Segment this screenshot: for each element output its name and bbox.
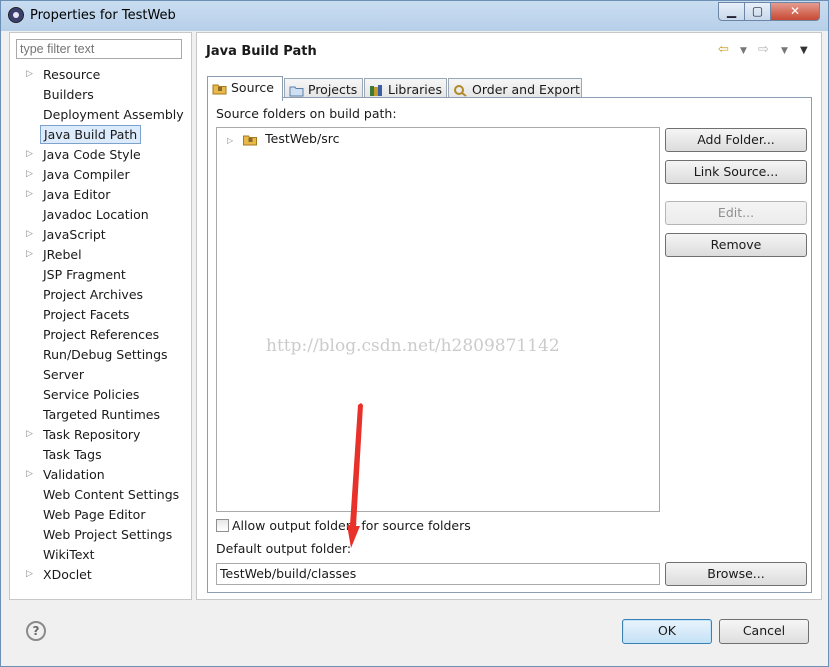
filter-input[interactable]	[16, 39, 182, 59]
sidebar-item-label: Service Policies	[43, 387, 140, 402]
dialog-footer: ? OK Cancel	[1, 601, 828, 666]
watermark-text: http://blog.csdn.net/h2809871142	[266, 336, 560, 356]
browse-button[interactable]: Browse...	[665, 562, 807, 586]
expand-arrow-icon[interactable]: ▷	[26, 185, 33, 204]
default-output-field[interactable]: TestWeb/build/classes	[216, 563, 660, 585]
sidebar-item-label: JRebel	[43, 247, 82, 262]
view-menu-icon[interactable]: ▼	[800, 45, 808, 56]
sidebar-item-label: Web Content Settings	[43, 487, 180, 502]
sidebar-item-label: JavaScript	[43, 227, 106, 242]
edit-button[interactable]: Edit...	[665, 201, 807, 225]
sidebar-item-label: Java Editor	[43, 187, 111, 202]
sidebar-item-label: Task Repository	[43, 427, 141, 442]
property-page: Java Build Path ⇦ ▼ ⇨ ▼ ▼ Source Project…	[196, 32, 822, 600]
property-nav-pane: ▷ Resource Builders Deployment Assembly Java…	[9, 32, 192, 600]
expand-arrow-icon[interactable]: ▷	[26, 225, 33, 244]
title-bar[interactable]: Properties for TestWeb ▁ ▢ ✕	[1, 1, 828, 31]
allow-output-checkbox[interactable]	[216, 519, 229, 532]
order-export-icon	[454, 85, 467, 97]
close-button[interactable]: ✕	[770, 2, 820, 21]
maximize-button[interactable]: ▢	[744, 2, 771, 21]
list-item[interactable]: ▷ TestWeb/src	[227, 131, 339, 146]
sidebar-item-label: Run/Debug Settings	[43, 347, 168, 362]
default-output-label: Default output folder:	[216, 541, 352, 556]
sidebar-item-label: Builders	[43, 87, 94, 102]
tab-libraries-label: Libraries	[388, 82, 442, 97]
tab-projects-label: Projects	[308, 82, 358, 97]
projects-icon	[289, 86, 304, 97]
forward-arrow-icon[interactable]: ⇨	[758, 42, 769, 57]
back-menu-chevron-icon[interactable]: ▼	[740, 46, 747, 56]
sidebar-item-label: Java Compiler	[43, 167, 130, 182]
tab-projects[interactable]: Projects	[284, 78, 363, 99]
minimize-button[interactable]: ▁	[718, 2, 745, 21]
forward-menu-chevron-icon[interactable]: ▼	[781, 46, 788, 56]
expand-arrow-icon[interactable]: ▷	[227, 136, 233, 145]
ok-button[interactable]: OK	[622, 619, 712, 644]
tab-source-label: Source	[231, 80, 274, 95]
sidebar-item-label: Task Tags	[43, 447, 102, 462]
link-source-button[interactable]: Link Source...	[665, 160, 807, 184]
expand-arrow-icon[interactable]: ▷	[26, 565, 33, 584]
sidebar-item-label: XDoclet	[43, 567, 92, 582]
expand-arrow-icon[interactable]: ▷	[26, 425, 33, 444]
source-folder-icon	[212, 84, 227, 95]
sidebar-item-label: JSP Fragment	[43, 267, 126, 282]
sidebar-item-label: Targeted Runtimes	[43, 407, 160, 422]
tab-order-export-label: Order and Export	[472, 82, 580, 97]
properties-dialog: Properties for TestWeb ▁ ▢ ✕ ▷ Resource Bu…	[0, 0, 829, 667]
sidebar-item-label: Validation	[43, 467, 105, 482]
page-title: Java Build Path	[206, 44, 317, 59]
tab-source[interactable]: Source	[207, 76, 283, 101]
remove-button[interactable]: Remove	[665, 233, 807, 257]
source-folder-name: TestWeb/src	[265, 131, 340, 146]
add-folder-button[interactable]: Add Folder...	[665, 128, 807, 152]
sidebar-item-label: Web Page Editor	[43, 507, 146, 522]
tab-libraries[interactable]: Libraries	[364, 78, 447, 99]
libraries-icon	[370, 85, 382, 96]
sidebar-item-label: Project Facets	[43, 307, 130, 322]
sidebar-item-label: Java Code Style	[43, 147, 141, 162]
help-icon[interactable]: ?	[26, 621, 46, 641]
back-arrow-icon[interactable]: ⇦	[718, 42, 729, 57]
sidebar-item-label: Server	[43, 367, 84, 382]
source-folder-icon	[243, 135, 258, 146]
sidebar-item-label: WikiText	[43, 547, 95, 562]
sidebar-item-label: Java Build Path	[40, 125, 142, 144]
expand-arrow-icon[interactable]: ▷	[26, 165, 33, 184]
cancel-button[interactable]: Cancel	[719, 619, 809, 644]
window-title: Properties for TestWeb	[30, 8, 176, 23]
expand-arrow-icon[interactable]: ▷	[26, 65, 33, 84]
eclipse-icon	[8, 7, 24, 23]
source-folders-label: Source folders on build path:	[216, 106, 397, 121]
source-folder-list[interactable]: ▷ TestWeb/src	[216, 127, 660, 512]
annotation-arrow-icon	[347, 403, 363, 548]
expand-arrow-icon[interactable]: ▷	[26, 145, 33, 164]
sidebar-item-label: Deployment Assembly	[43, 107, 184, 122]
sidebar-item-label: Web Project Settings	[43, 527, 173, 542]
sidebar-item-label: Javadoc Location	[43, 207, 149, 222]
expand-arrow-icon[interactable]: ▷	[26, 245, 33, 264]
sidebar-item-label: Project Archives	[43, 287, 144, 302]
expand-arrow-icon[interactable]: ▷	[26, 465, 33, 484]
sidebar-item-label: Resource	[43, 67, 101, 82]
sidebar-item-label: Project References	[43, 327, 160, 342]
tab-order-export[interactable]: Order and Export	[448, 78, 582, 99]
